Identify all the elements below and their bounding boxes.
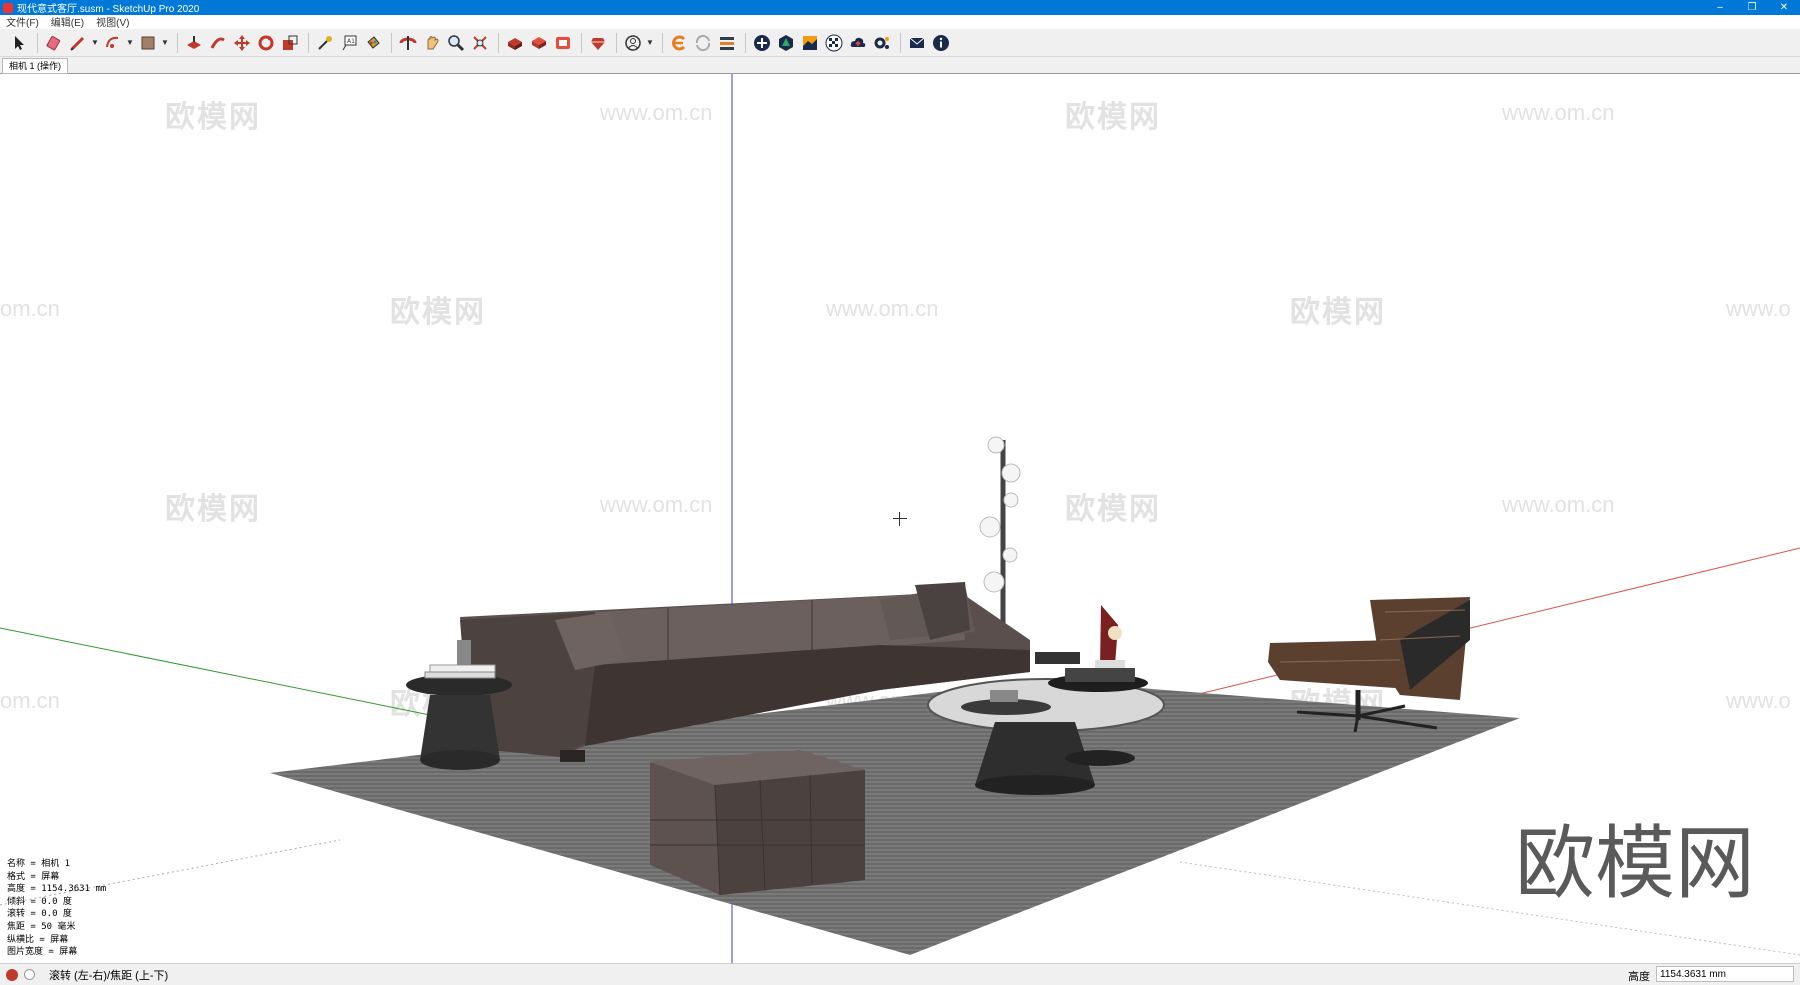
camera-info-line: 滚转 = 0.0 度 bbox=[7, 909, 72, 920]
camera-info-line: 焦距 = 50 毫米 bbox=[7, 921, 76, 932]
toolbar-separator bbox=[662, 32, 663, 53]
shape-dropdown-icon[interactable]: ▼ bbox=[161, 32, 169, 54]
cloud-tool-icon[interactable] bbox=[847, 32, 869, 54]
camera-info-line: 图片宽度 = 屏幕 bbox=[7, 947, 78, 958]
orbit-tool-icon[interactable] bbox=[397, 32, 419, 54]
scene-tab-camera-1[interactable]: 相机 1 (操作) bbox=[2, 58, 69, 74]
toolbar-separator bbox=[900, 32, 901, 53]
move-arrows-tool-icon[interactable] bbox=[231, 32, 253, 54]
select-tool-icon[interactable] bbox=[8, 32, 30, 54]
menu-bar: 文件(F) 编辑(E) 视图(V) bbox=[0, 14, 1800, 29]
svg-text:A1: A1 bbox=[347, 38, 355, 45]
checker-tool-icon[interactable] bbox=[823, 32, 845, 54]
scale-tool-icon[interactable] bbox=[279, 32, 301, 54]
layers-tool-icon[interactable] bbox=[716, 32, 738, 54]
add-tool-icon[interactable] bbox=[751, 32, 773, 54]
tree-tool-icon[interactable] bbox=[775, 32, 797, 54]
menu-view[interactable]: 视图(V) bbox=[90, 14, 135, 29]
line-tool-icon[interactable] bbox=[67, 32, 89, 54]
rotate-tool-icon[interactable] bbox=[255, 32, 277, 54]
floor-lamp bbox=[979, 436, 1021, 640]
geo-location-icon[interactable] bbox=[6, 968, 18, 981]
plugin-e-tool-icon[interactable] bbox=[668, 32, 690, 54]
arc-tool-icon[interactable] bbox=[102, 32, 124, 54]
zoom-tool-icon[interactable] bbox=[445, 32, 467, 54]
camera-info-line: 倾斜 = 0.0 度 bbox=[7, 896, 72, 907]
green-axis bbox=[0, 627, 431, 716]
extensions-tool-icon[interactable] bbox=[552, 32, 574, 54]
sketchup-logo-icon bbox=[3, 2, 13, 13]
minimize-button[interactable]: – bbox=[1704, 0, 1736, 15]
logo-watermark: 欧模网 bbox=[1515, 817, 1755, 910]
ruby-tool-icon[interactable] bbox=[587, 32, 609, 54]
terrain-tool-icon[interactable] bbox=[799, 32, 821, 54]
toolbar-separator bbox=[745, 32, 746, 53]
status-bar: 滚转 (左-右)/焦距 (上-下) 高度 1154.3631 mm bbox=[0, 963, 1800, 985]
toolbar-separator bbox=[177, 32, 178, 53]
components-tool-icon[interactable] bbox=[528, 32, 550, 54]
camera-info-line: 高度 = 1154.3631 mm bbox=[7, 884, 107, 895]
camera-info-line: 纵横比 = 屏幕 bbox=[7, 934, 69, 945]
restore-button[interactable]: ❐ bbox=[1736, 0, 1768, 15]
toolbar-separator bbox=[308, 32, 309, 53]
camera-info-panel: 名称 = 相机 1 格式 = 屏幕 高度 = 1154.3631 mm 倾斜 =… bbox=[7, 858, 106, 959]
zoom-extents-tool-icon[interactable] bbox=[469, 32, 491, 54]
mail-tool-icon[interactable] bbox=[906, 32, 928, 54]
toolbar-separator bbox=[581, 32, 582, 53]
account-dropdown-icon[interactable]: ▼ bbox=[646, 32, 654, 54]
shape-tool-icon[interactable] bbox=[137, 32, 159, 54]
camera-info-line: 格式 = 屏幕 bbox=[7, 871, 60, 882]
menu-edit[interactable]: 编辑(E) bbox=[45, 14, 90, 29]
measurements-label: 高度 bbox=[1628, 971, 1650, 983]
toolbar-separator bbox=[391, 32, 392, 53]
toolbar-separator bbox=[616, 32, 617, 53]
title-bar: 现代意式客厅.susm - SketchUp Pro 2020 – ❐ ✕ bbox=[0, 0, 1800, 15]
menu-file[interactable]: 文件(F) bbox=[0, 14, 45, 29]
tape-measure-tool-icon[interactable] bbox=[314, 32, 336, 54]
eraser-tool-icon[interactable] bbox=[43, 32, 65, 54]
pan-tool-icon[interactable] bbox=[421, 32, 443, 54]
warehouse-tool-icon[interactable] bbox=[504, 32, 526, 54]
line-dropdown-icon[interactable]: ▼ bbox=[91, 32, 99, 54]
toolbar-separator bbox=[37, 32, 38, 53]
info-tool-icon[interactable] bbox=[930, 32, 952, 54]
scene-tabs-bar: 相机 1 (操作) bbox=[0, 57, 1800, 74]
camera-info-line: 名称 = 相机 1 bbox=[7, 859, 71, 869]
model-viewport[interactable]: 欧模网 www.om.cn 欧模网 www.om.cn om.cn 欧模网 ww… bbox=[0, 74, 1800, 963]
sync-tool-icon[interactable] bbox=[692, 32, 714, 54]
crosshair-cursor-icon bbox=[893, 512, 907, 526]
info-status-icon[interactable] bbox=[24, 969, 35, 980]
measurements-input[interactable]: 1154.3631 mm bbox=[1656, 966, 1794, 982]
settings-tool-icon[interactable] bbox=[871, 32, 893, 54]
paint-bucket-tool-icon[interactable] bbox=[362, 32, 384, 54]
close-button[interactable]: ✕ bbox=[1768, 0, 1800, 15]
ottoman bbox=[650, 750, 865, 896]
toolbar-separator bbox=[498, 32, 499, 53]
push-pull-tool-icon[interactable] bbox=[183, 32, 205, 54]
main-toolbar: ▼ ▼ ▼ A1 ▼ bbox=[0, 29, 1800, 57]
text-tool-icon[interactable]: A1 bbox=[338, 32, 360, 54]
window-title: 现代意式客厅.susm - SketchUp Pro 2020 bbox=[17, 4, 200, 15]
account-tool-icon[interactable] bbox=[622, 32, 644, 54]
arc-dropdown-icon[interactable]: ▼ bbox=[126, 32, 134, 54]
follow-me-tool-icon[interactable] bbox=[207, 32, 229, 54]
status-hint: 滚转 (左-右)/焦距 (上-下) bbox=[49, 969, 169, 982]
